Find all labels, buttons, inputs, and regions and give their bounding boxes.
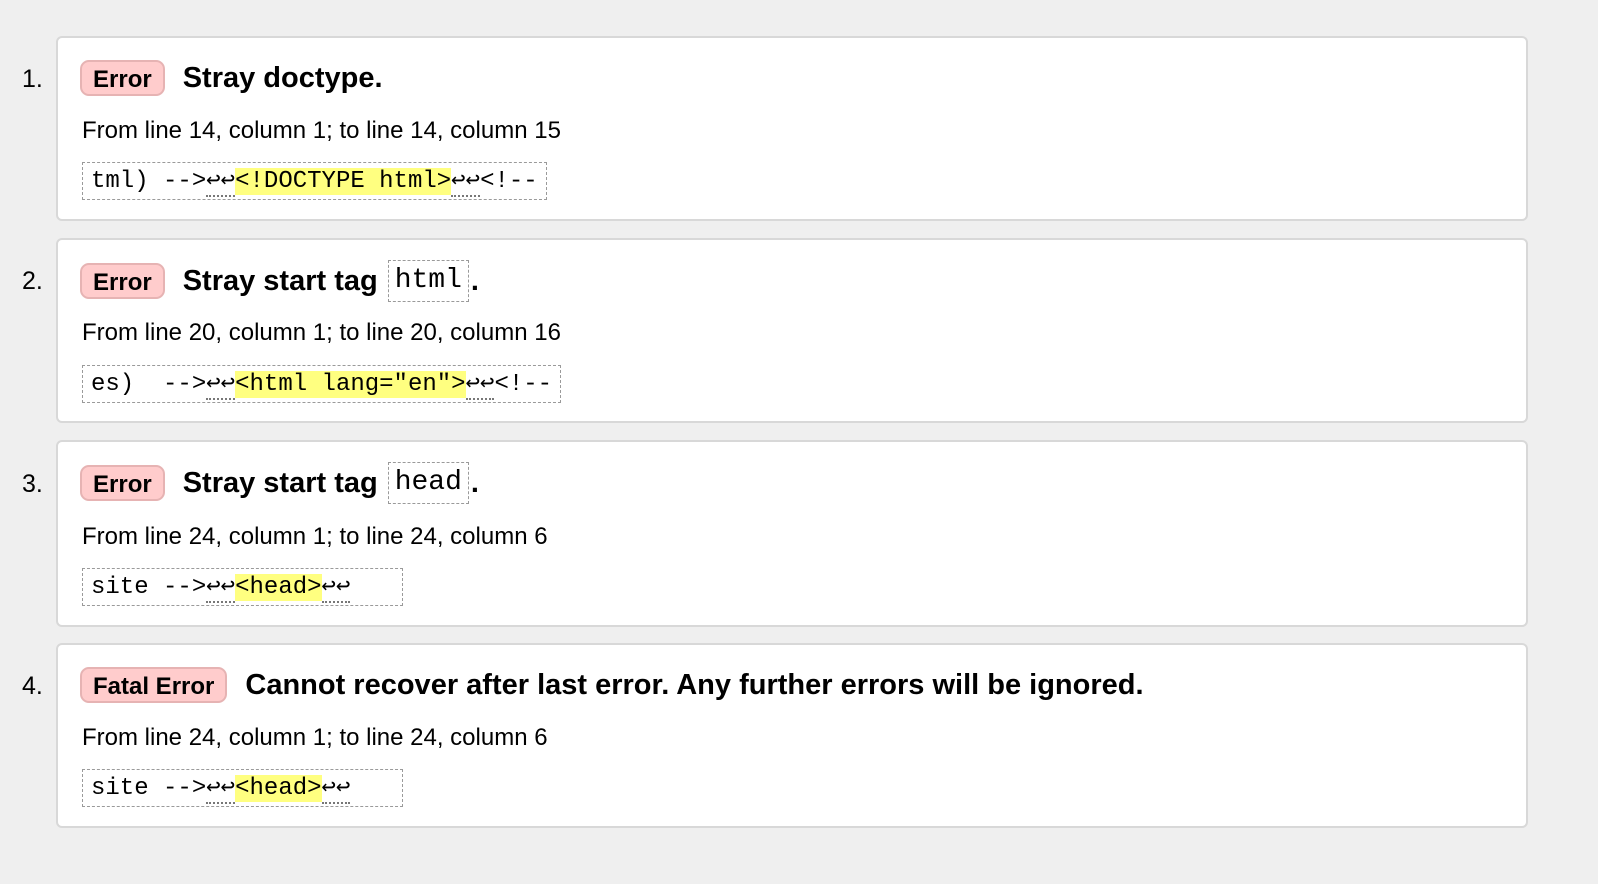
code-extract: site -->↩↩<head>↩↩ [82,568,403,606]
message-headline: Fatal Error Cannot recover after last er… [80,665,1144,705]
message-location: From line 14, column 1; to line 14, colu… [82,117,561,144]
code-extract: site -->↩↩<head>↩↩ [82,769,403,807]
extract-highlight: <html lang="en"> [235,371,466,398]
message-location: From line 24, column 1; to line 24, colu… [82,724,548,751]
line-break-icon: ↩↩ [206,371,236,400]
error-badge: Error [80,465,165,501]
extract-before: site --> [91,574,207,601]
validation-messages-list: 1. Error Stray doctype. From line 14, co… [0,0,1598,884]
extract-after [350,574,393,601]
line-break-icon: ↩↩ [465,371,495,400]
message-location: From line 24, column 1; to line 24, colu… [82,523,548,550]
extract-after [350,775,393,802]
message-text: Stray start tag html. [183,260,479,302]
extract-after: <!-- [480,168,538,195]
message-headline: Error Stray doctype. [80,58,383,98]
line-break-icon: ↩↩ [451,168,481,197]
message-headline: Error Stray start tag html. [80,260,479,302]
extract-highlight: <head> [235,574,322,601]
code-extract: es) -->↩↩<html lang="en">↩↩<!-- [82,365,562,403]
message-suffix: . [470,467,479,499]
message-number: 4. [22,672,43,700]
error-badge: Error [80,60,165,96]
message-label: Stray doctype. [182,62,383,94]
extract-before: es) --> [91,371,207,398]
code-extract: tml) -->↩↩<!DOCTYPE html>↩↩<!-- [82,162,547,200]
message-card: Error Stray start tag html. From line 20,… [56,238,1528,423]
message-suffix: . [470,265,479,297]
message-label: Cannot recover after last error. Any fur… [245,669,1144,701]
message-card: Error Stray doctype. From line 14, colum… [56,36,1528,221]
tag-code: head [387,462,469,504]
line-break-icon: ↩↩ [321,574,351,603]
line-break-icon: ↩↩ [206,775,236,804]
tag-code: html [387,260,469,302]
message-text: Cannot recover after last error. Any fur… [245,665,1143,705]
message-label: Stray start tag [182,467,378,499]
extract-highlight: <!DOCTYPE html> [235,168,452,195]
extract-highlight: <head> [235,775,322,802]
message-headline: Error Stray start tag head. [80,462,479,504]
message-text: Stray start tag head. [183,462,479,504]
line-break-icon: ↩↩ [206,574,236,603]
message-number: 3. [22,470,43,498]
error-badge: Error [80,263,165,299]
extract-before: site --> [91,775,207,802]
fatal-error-badge: Fatal Error [80,667,228,703]
message-number: 1. [22,65,43,93]
line-break-icon: ↩↩ [321,775,351,804]
extract-before: tml) --> [91,168,207,195]
extract-after: <!-- [494,371,553,398]
message-card: Error Stray start tag head. From line 24,… [56,440,1528,627]
line-break-icon: ↩↩ [206,168,236,197]
message-location: From line 20, column 1; to line 20, colu… [82,319,561,346]
message-number: 2. [22,267,43,295]
message-label: Stray start tag [182,265,378,297]
message-text: Stray doctype. [183,58,383,98]
message-card: Fatal Error Cannot recover after last er… [56,643,1528,828]
